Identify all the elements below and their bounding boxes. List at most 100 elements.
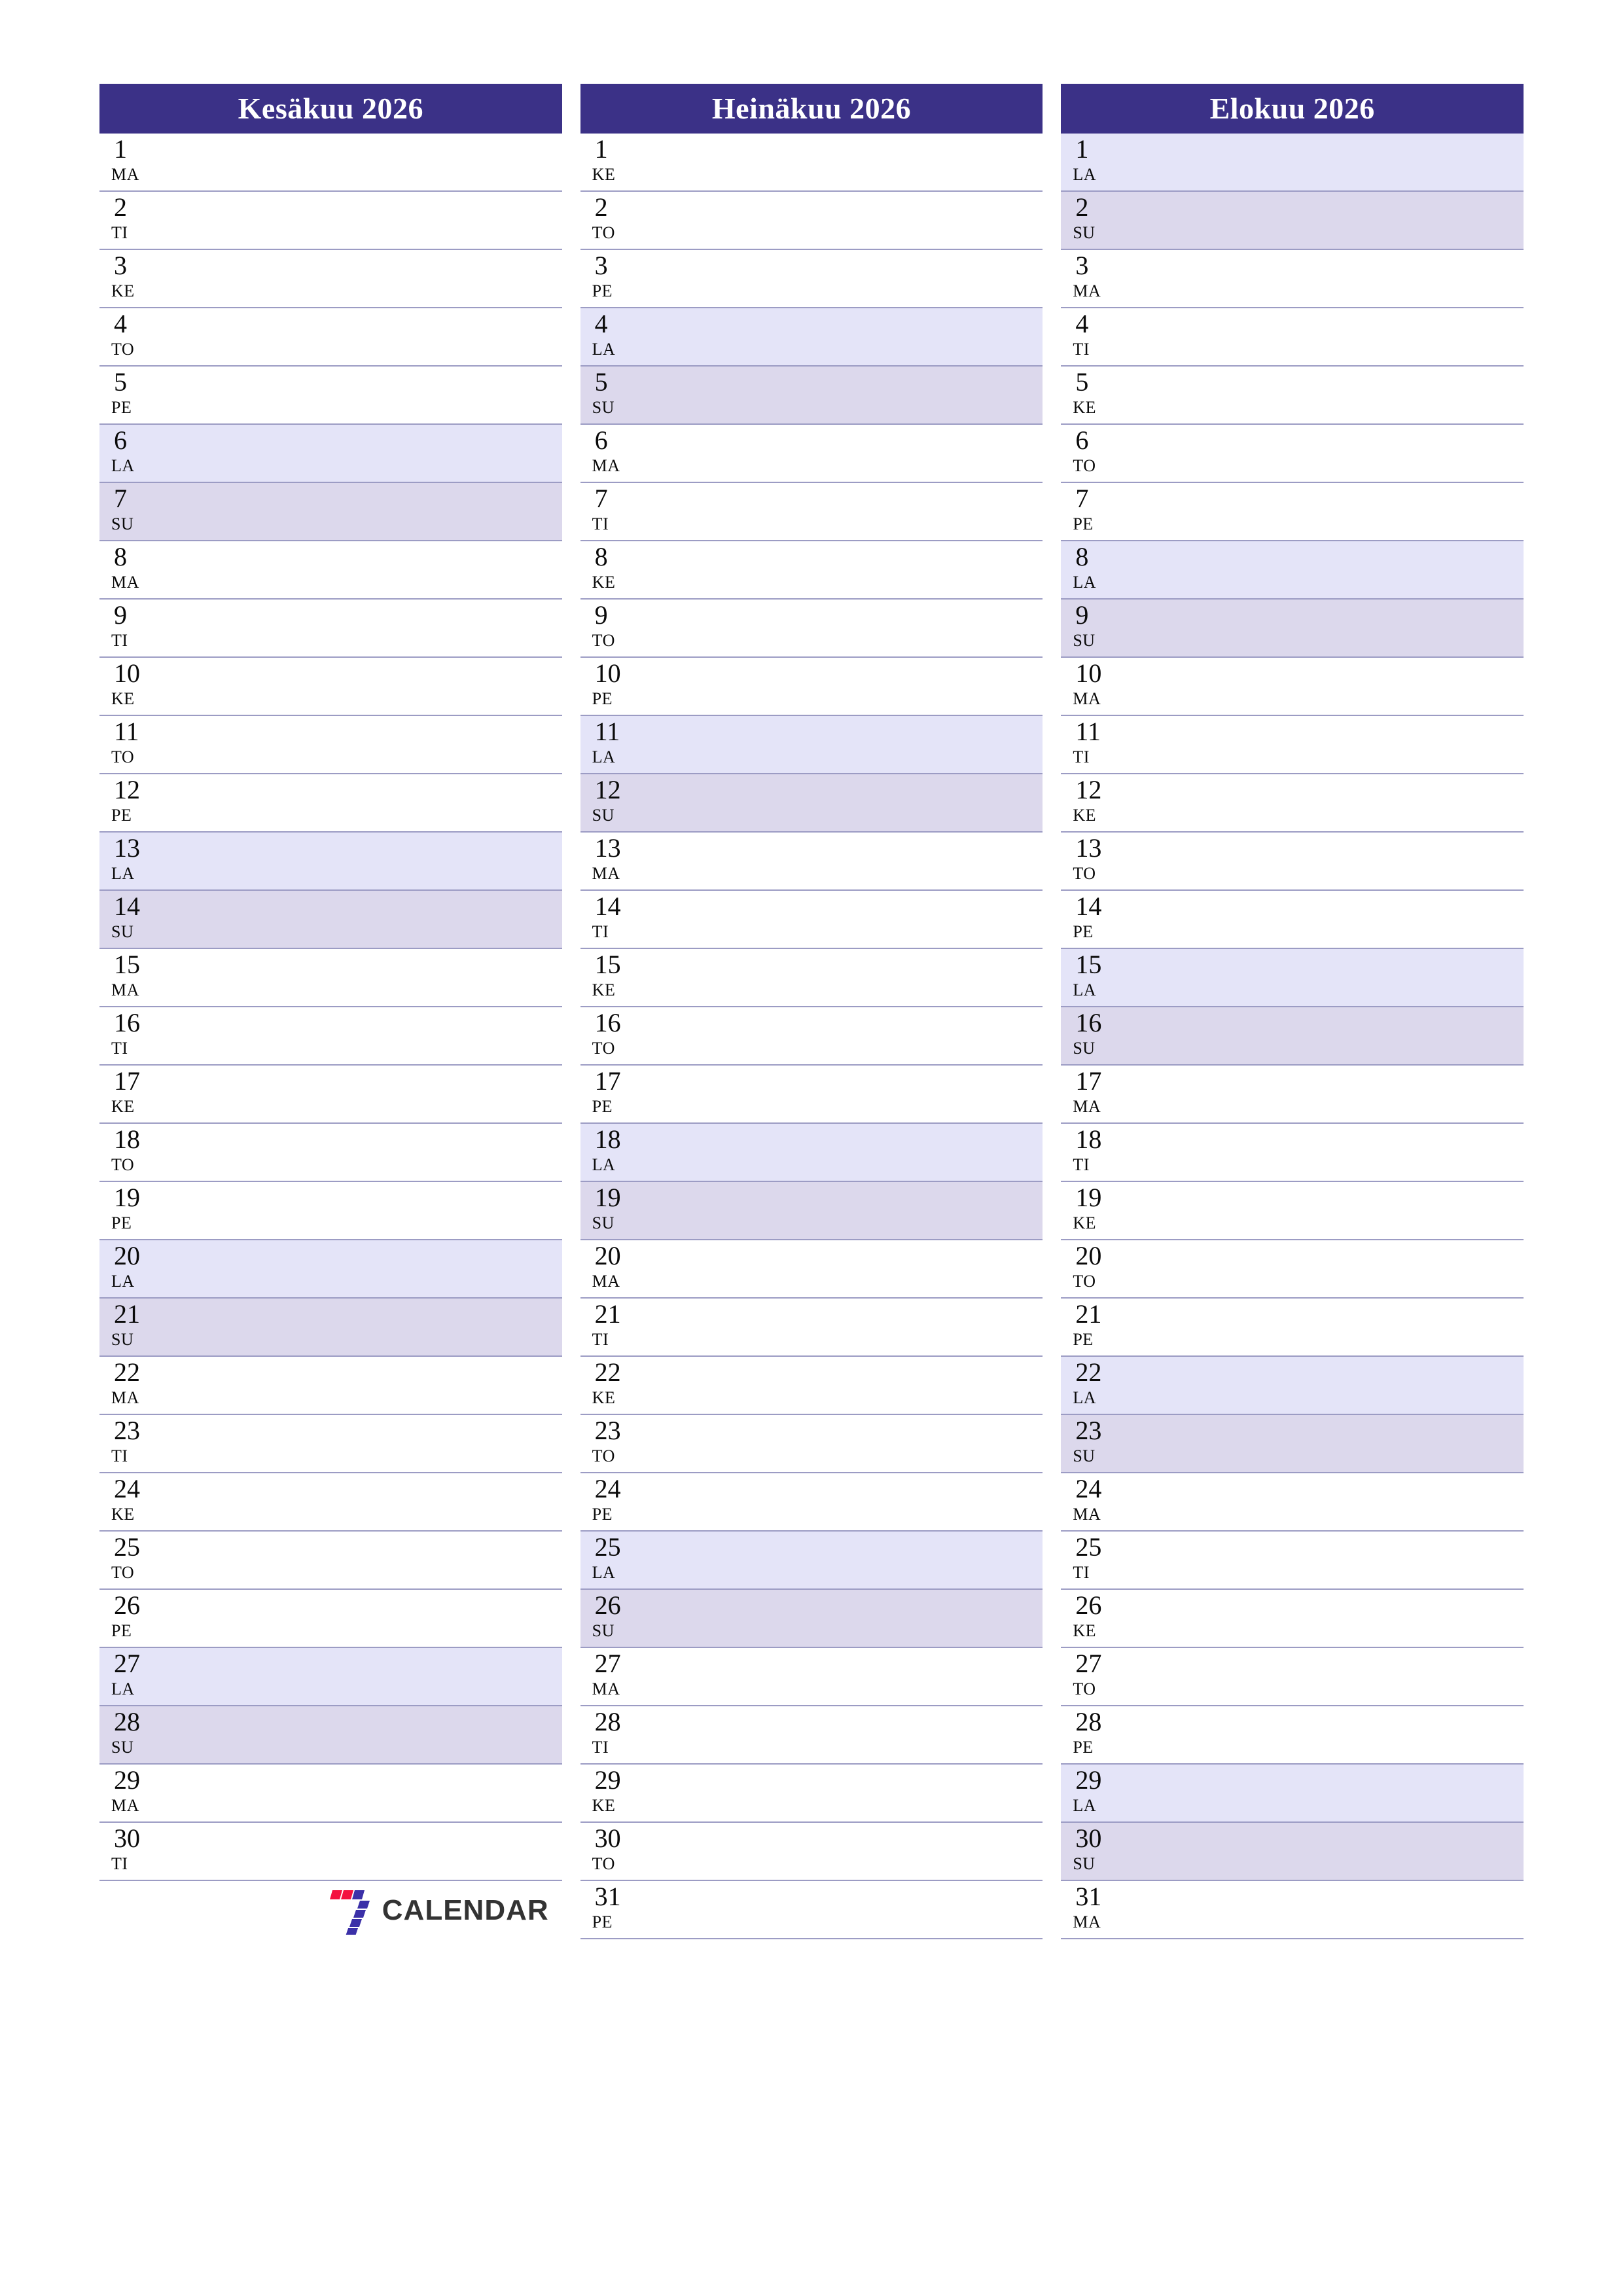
day-row[interactable]: 25 TO — [99, 1532, 562, 1590]
day-row[interactable]: 8 KE — [580, 541, 1043, 600]
day-row[interactable]: 16 TI — [99, 1007, 562, 1066]
day-row[interactable]: 2 TI — [99, 192, 562, 250]
day-row[interactable]: 20 LA — [99, 1240, 562, 1299]
day-row[interactable]: 8 MA — [99, 541, 562, 600]
day-row[interactable]: 9 TO — [580, 600, 1043, 658]
day-row[interactable]: 7 TI — [580, 483, 1043, 541]
day-row[interactable]: 6 MA — [580, 425, 1043, 483]
day-row[interactable]: 18 TI — [1061, 1124, 1524, 1182]
day-row[interactable]: 19 KE — [1061, 1182, 1524, 1240]
day-row[interactable]: 30 SU — [1061, 1823, 1524, 1881]
day-row[interactable]: 13 MA — [580, 833, 1043, 891]
month-title: Heinäkuu 2026 — [580, 84, 1043, 134]
day-row[interactable]: 18 TO — [99, 1124, 562, 1182]
day-row[interactable]: 2 SU — [1061, 192, 1524, 250]
day-row[interactable]: 4 TI — [1061, 308, 1524, 367]
day-row[interactable]: 20 MA — [580, 1240, 1043, 1299]
day-row[interactable]: 27 TO — [1061, 1648, 1524, 1706]
day-row[interactable]: 14 SU — [99, 891, 562, 949]
day-row[interactable]: 25 TI — [1061, 1532, 1524, 1590]
day-row[interactable]: 8 LA — [1061, 541, 1524, 600]
day-row[interactable]: 13 LA — [99, 833, 562, 891]
day-row[interactable]: 18 LA — [580, 1124, 1043, 1182]
day-row[interactable]: 24 MA — [1061, 1473, 1524, 1532]
day-row[interactable]: 14 TI — [580, 891, 1043, 949]
day-row[interactable]: 20 TO — [1061, 1240, 1524, 1299]
day-row[interactable]: 26 PE — [99, 1590, 562, 1648]
day-row[interactable]: 3 PE — [580, 250, 1043, 308]
day-row[interactable]: 31 PE — [580, 1881, 1043, 1939]
day-row[interactable]: 9 SU — [1061, 600, 1524, 658]
day-row[interactable]: 1 LA — [1061, 134, 1524, 192]
day-row[interactable]: 16 SU — [1061, 1007, 1524, 1066]
day-row[interactable]: 10 MA — [1061, 658, 1524, 716]
day-row[interactable]: 7 SU — [99, 483, 562, 541]
day-row[interactable]: 30 TI — [99, 1823, 562, 1881]
day-row[interactable]: 17 PE — [580, 1066, 1043, 1124]
day-row[interactable]: 23 SU — [1061, 1415, 1524, 1473]
day-row[interactable]: 6 TO — [1061, 425, 1524, 483]
day-number: 13 — [594, 833, 621, 863]
day-row[interactable]: 10 KE — [99, 658, 562, 716]
month-title: Kesäkuu 2026 — [99, 84, 562, 134]
day-row[interactable]: 19 SU — [580, 1182, 1043, 1240]
day-row[interactable]: 5 KE — [1061, 367, 1524, 425]
weekday-abbrev: TI — [1073, 1563, 1090, 1582]
day-row[interactable]: 1 KE — [580, 134, 1043, 192]
day-row[interactable]: 9 TI — [99, 600, 562, 658]
day-row[interactable]: 3 KE — [99, 250, 562, 308]
day-row[interactable]: 27 MA — [580, 1648, 1043, 1706]
day-row[interactable]: 7 PE — [1061, 483, 1524, 541]
day-row[interactable]: 3 MA — [1061, 250, 1524, 308]
day-row[interactable]: 14 PE — [1061, 891, 1524, 949]
day-row[interactable]: 21 PE — [1061, 1299, 1524, 1357]
day-row[interactable]: 28 TI — [580, 1706, 1043, 1765]
day-number: 8 — [1075, 542, 1089, 571]
day-row[interactable]: 26 KE — [1061, 1590, 1524, 1648]
day-row[interactable]: 22 LA — [1061, 1357, 1524, 1415]
day-row[interactable]: 29 LA — [1061, 1765, 1524, 1823]
day-row[interactable]: 2 TO — [580, 192, 1043, 250]
day-row[interactable]: 11 TI — [1061, 716, 1524, 774]
day-row[interactable]: 23 TO — [580, 1415, 1043, 1473]
day-row[interactable]: 19 PE — [99, 1182, 562, 1240]
day-row[interactable]: 21 TI — [580, 1299, 1043, 1357]
day-row[interactable]: 5 PE — [99, 367, 562, 425]
day-row[interactable]: 25 LA — [580, 1532, 1043, 1590]
day-row[interactable]: 24 KE — [99, 1473, 562, 1532]
day-row[interactable]: 24 PE — [580, 1473, 1043, 1532]
day-row[interactable]: 31 MA — [1061, 1881, 1524, 1939]
day-row[interactable]: 11 TO — [99, 716, 562, 774]
day-row[interactable]: 29 KE — [580, 1765, 1043, 1823]
day-row[interactable]: 29 MA — [99, 1765, 562, 1823]
day-row[interactable]: 26 SU — [580, 1590, 1043, 1648]
day-row[interactable]: 17 KE — [99, 1066, 562, 1124]
weekday-abbrev: KE — [592, 573, 616, 592]
day-row[interactable]: 11 LA — [580, 716, 1043, 774]
day-row[interactable]: 28 SU — [99, 1706, 562, 1765]
day-row[interactable]: 30 TO — [580, 1823, 1043, 1881]
day-row[interactable]: 22 MA — [99, 1357, 562, 1415]
day-row[interactable]: 17 MA — [1061, 1066, 1524, 1124]
day-row[interactable]: 23 TI — [99, 1415, 562, 1473]
day-row[interactable]: 12 KE — [1061, 774, 1524, 833]
day-row[interactable]: 28 PE — [1061, 1706, 1524, 1765]
day-row[interactable]: 5 SU — [580, 367, 1043, 425]
day-row[interactable]: 4 LA — [580, 308, 1043, 367]
day-row[interactable]: 13 TO — [1061, 833, 1524, 891]
day-row[interactable]: 10 PE — [580, 658, 1043, 716]
day-row[interactable]: 1 MA — [99, 134, 562, 192]
day-row[interactable]: 22 KE — [580, 1357, 1043, 1415]
day-row[interactable]: 27 LA — [99, 1648, 562, 1706]
day-row[interactable]: 12 PE — [99, 774, 562, 833]
day-row[interactable]: 15 MA — [99, 949, 562, 1007]
day-row[interactable]: 4 TO — [99, 308, 562, 367]
weekday-abbrev: KE — [592, 165, 616, 184]
day-row[interactable]: 6 LA — [99, 425, 562, 483]
day-row[interactable]: 15 LA — [1061, 949, 1524, 1007]
day-row[interactable]: 15 KE — [580, 949, 1043, 1007]
day-row[interactable]: 16 TO — [580, 1007, 1043, 1066]
day-row[interactable]: 21 SU — [99, 1299, 562, 1357]
weekday-abbrev: SU — [111, 1330, 134, 1349]
day-row[interactable]: 12 SU — [580, 774, 1043, 833]
